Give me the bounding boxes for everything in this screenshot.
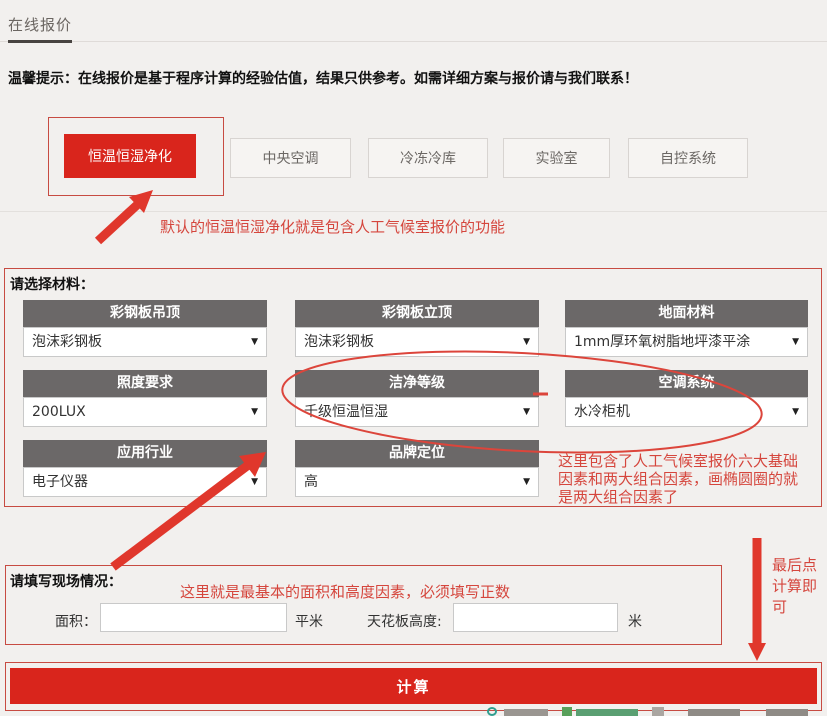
tab-label: 中央空调 [263,148,319,168]
field-cleanliness-level: 洁净等级 千级恒温恒湿 ▼ [295,370,539,427]
tab-label: 实验室 [536,148,578,168]
page-title: 在线报价 [8,14,72,35]
area-unit: 平米 [295,611,323,631]
area-input[interactable] [100,603,287,632]
annotation-arrow-calc [748,538,766,661]
warm-tip-text: 温馨提示：在线报价是基于程序计算的经验估值，结果只供参考。如需详细方案与报价请与… [8,68,638,88]
annotation-site-note: 这里就是最基本的面积和高度因素，必须填写正数 [180,583,510,601]
select-brand-positioning[interactable]: 高 ▼ [295,467,539,497]
ceiling-height-input[interactable] [453,603,618,632]
select-industry[interactable]: 电子仪器 ▼ [23,467,267,497]
select-hvac-system[interactable]: 水冷柜机 ▼ [565,397,808,427]
field-hvac-system: 空调系统 水冷柜机 ▼ [565,370,808,427]
select-value: 千级恒温恒湿 [304,404,388,420]
field-header: 品牌定位 [295,440,539,467]
annotation-materials-note-line3: 是两大组合因素了 [558,488,678,506]
select-ceiling-panel[interactable]: 泡沫彩钢板 ▼ [23,327,267,357]
dropdown-arrow-icon: ▼ [792,398,799,426]
tab-laboratory[interactable]: 实验室 [503,138,610,178]
dropdown-arrow-icon: ▼ [251,468,258,496]
dropdown-arrow-icon: ▼ [251,398,258,426]
footer-clipped-text [504,709,548,716]
annotation-tab-note: 默认的恒温恒湿净化就是包含人工气候室报价的功能 [160,218,505,236]
field-header: 洁净等级 [295,370,539,397]
site-section-label: 请填写现场情况： [10,571,122,591]
footer-clipped-icon [652,707,664,716]
field-header: 应用行业 [23,440,267,467]
tab-label: 自控系统 [660,148,716,168]
tab-freezer-cold-storage[interactable]: 冷冻冷库 [368,138,488,178]
field-header: 照度要求 [23,370,267,397]
tab-central-air-conditioning[interactable]: 中央空调 [230,138,351,178]
tab-automatic-control-system[interactable]: 自控系统 [628,138,748,178]
footer-clipped-text [576,709,638,716]
dropdown-arrow-icon: ▼ [792,328,799,356]
field-header: 彩钢板吊顶 [23,300,267,327]
field-brand-positioning: 品牌定位 高 ▼ [295,440,539,497]
annotation-arrow-tab [98,190,153,241]
annotation-materials-note-line1: 这里包含了人工气候室报价六大基础 [558,452,798,470]
select-value: 200LUX [32,404,86,420]
dropdown-arrow-icon: ▼ [523,468,530,496]
select-value: 泡沫彩钢板 [32,334,102,350]
materials-section-label: 请选择材料： [10,274,94,294]
title-active-underline [8,40,72,43]
select-value: 电子仪器 [32,474,88,490]
field-header: 地面材料 [565,300,808,327]
select-wall-panel[interactable]: 泡沫彩钢板 ▼ [295,327,539,357]
field-ceiling-panel: 彩钢板吊顶 泡沫彩钢板 ▼ [23,300,267,357]
ceiling-height-unit: 米 [628,611,642,631]
select-value: 水冷柜机 [574,404,630,420]
field-header: 彩钢板立顶 [295,300,539,327]
footer-clipped-text [766,709,808,716]
field-floor-material: 地面材料 1mm厚环氧树脂地坪漆平涂 ▼ [565,300,808,357]
field-industry: 应用行业 电子仪器 ▼ [23,440,267,497]
online-quote-page: 在线报价 温馨提示：在线报价是基于程序计算的经验估值，结果只供参考。如需详细方案… [0,0,827,716]
field-wall-panel: 彩钢板立顶 泡沫彩钢板 ▼ [295,300,539,357]
annotation-calc-note-line3: 可 [772,598,787,616]
select-floor-material[interactable]: 1mm厚环氧树脂地坪漆平涂 ▼ [565,327,808,357]
footer-clipped-text [688,709,740,716]
calculate-button[interactable]: 计算 [10,668,817,704]
field-illumination: 照度要求 200LUX ▼ [23,370,267,427]
select-value: 泡沫彩钢板 [304,334,374,350]
footer-clipped-icon [562,707,572,716]
title-divider [0,41,827,42]
footer-clipped-icon [487,707,497,716]
tab-constant-temp-humidity-purification[interactable]: 恒温恒湿净化 [64,134,196,178]
dropdown-arrow-icon: ▼ [251,328,258,356]
dropdown-arrow-icon: ▼ [523,398,530,426]
tabs-divider [0,211,827,212]
tab-label: 冷冻冷库 [400,148,456,168]
select-value: 1mm厚环氧树脂地坪漆平涂 [574,334,750,350]
dropdown-arrow-icon: ▼ [523,328,530,356]
annotation-materials-note-line2: 因素和两大组合因素，画椭圆圈的就 [558,470,798,488]
select-value: 高 [304,474,318,490]
tab-label: 恒温恒湿净化 [88,146,172,166]
area-label: 面积： [55,611,97,631]
ceiling-height-label: 天花板高度: [367,611,442,631]
select-illumination[interactable]: 200LUX ▼ [23,397,267,427]
select-cleanliness-level[interactable]: 千级恒温恒湿 ▼ [295,397,539,427]
field-header: 空调系统 [565,370,808,397]
annotation-calc-note-line2: 计算即 [772,577,817,595]
annotation-calc-note-line1: 最后点 [772,556,817,574]
